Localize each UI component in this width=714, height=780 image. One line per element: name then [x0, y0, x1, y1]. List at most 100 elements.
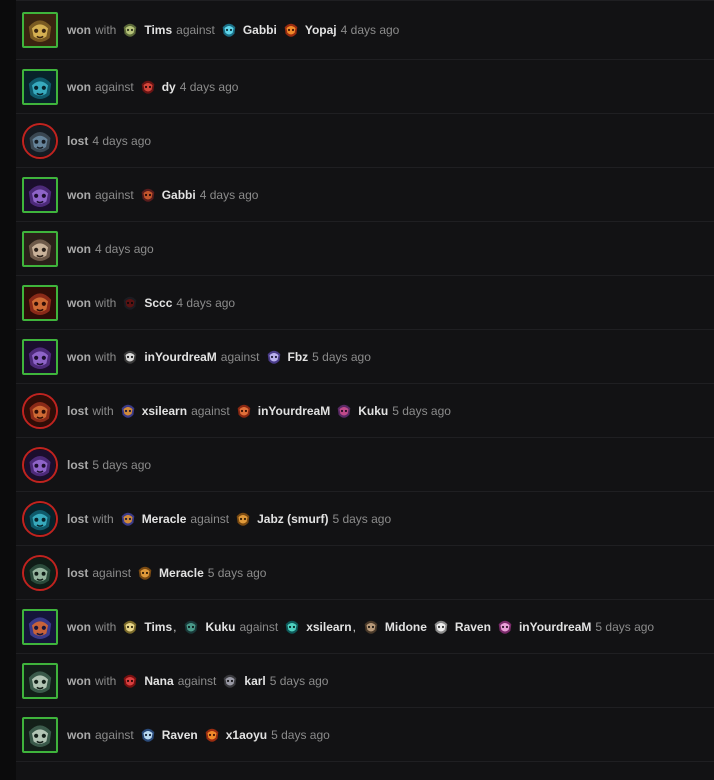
match-summary: lost 4 days ago	[67, 134, 151, 148]
spider-hero-icon[interactable]	[22, 12, 58, 48]
match-summary: won against Raven x1aoyu 5 days ago	[67, 725, 330, 745]
player-link[interactable]: Midone	[385, 620, 427, 634]
flame-hero-icon	[202, 725, 222, 745]
purple-faceless-hero-icon[interactable]	[22, 176, 58, 213]
match-result: won	[67, 673, 91, 688]
match-row[interactable]: lost with Meracle against Jabz (smurf) 5 days…	[16, 492, 714, 546]
player-link[interactable]: Raven	[455, 620, 491, 634]
player-link[interactable]: Jabz (smurf)	[257, 512, 328, 526]
relation-word: with	[95, 673, 117, 688]
match-time: 5 days ago	[269, 673, 329, 688]
relation-word: with	[92, 403, 114, 418]
match-row[interactable]: lost with xsilearn against inYourdreaM Kuku 5 …	[16, 384, 714, 438]
player-link[interactable]: Tims	[144, 23, 172, 37]
flame-hero-icon	[281, 20, 301, 40]
match-summary: won with Tims, Kuku against xsilearn, Midone Ra…	[67, 617, 654, 637]
match-time: 5 days ago	[271, 727, 330, 742]
winged-mage-hero-icon	[118, 509, 138, 529]
relation-word: against	[95, 79, 134, 94]
teal-creature-hero-icon[interactable]	[22, 500, 58, 537]
player-link[interactable]: Fbz	[288, 350, 309, 364]
match-time: 4 days ago	[179, 79, 239, 94]
match-row[interactable]: won with Tims, Kuku against xsilearn, Midone Ra…	[16, 600, 714, 654]
match-time: 5 days ago	[92, 457, 152, 472]
match-row[interactable]: lost 5 days ago	[16, 438, 714, 492]
match-row[interactable]: won against Gabbi 4 days ago	[16, 168, 714, 222]
match-row[interactable]: won with Sccc 4 days ago	[16, 276, 714, 330]
player-link[interactable]: xsilearn	[306, 620, 351, 634]
relation-word: with	[95, 619, 117, 634]
name-separator: ,	[352, 619, 356, 634]
player-link[interactable]: Gabbi	[243, 23, 277, 37]
purple-faceless-hero-icon[interactable]	[22, 338, 58, 375]
player-link[interactable]: inYourdreaM	[258, 404, 330, 418]
match-summary: lost against Meracle 5 days ago	[67, 563, 266, 583]
match-time: 5 days ago	[332, 511, 392, 526]
match-time: 4 days ago	[176, 295, 236, 310]
relation-word: against	[239, 619, 279, 634]
relation-word: against	[95, 727, 134, 742]
match-row[interactable]: lost against Meracle 5 days ago	[16, 546, 714, 600]
goblin-hero-icon	[120, 20, 140, 40]
match-row[interactable]: won against dy 4 days ago	[16, 60, 714, 114]
match-row[interactable]: won with inYourdreaM against Fbz 5 days ago	[16, 330, 714, 384]
relation-word: against	[177, 673, 217, 688]
white-beast-hero-icon	[431, 617, 451, 637]
player-link[interactable]: x1aoyu	[226, 728, 267, 742]
player-link[interactable]: Tims	[144, 620, 172, 634]
monkey-hero-icon[interactable]	[22, 284, 58, 321]
green-hood-hero-icon[interactable]	[22, 554, 58, 591]
player-link[interactable]: Nana	[144, 674, 173, 688]
match-time: 4 days ago	[95, 241, 154, 256]
match-result: won	[67, 727, 91, 742]
match-result: won	[67, 79, 91, 94]
player-link[interactable]: Raven	[162, 728, 198, 742]
match-row[interactable]: won against Raven x1aoyu 5 days ago	[16, 708, 714, 762]
wisp-hero-icon	[264, 347, 284, 367]
crowned-bird-hero-icon[interactable]	[22, 608, 58, 645]
purple-faceless-hero-icon[interactable]	[22, 446, 58, 483]
match-result: lost	[67, 403, 89, 418]
monkey-hero-icon[interactable]	[22, 392, 58, 429]
relation-word: with	[95, 349, 117, 364]
red-bat-hero-icon	[120, 671, 140, 691]
player-link[interactable]: Gabbi	[162, 188, 196, 202]
skull-hero-icon[interactable]	[22, 230, 58, 267]
player-link[interactable]: Kuku	[358, 404, 388, 418]
gold-beast-hero-icon	[120, 617, 140, 637]
player-link[interactable]: dy	[162, 80, 176, 94]
match-summary: won against dy 4 days ago	[67, 77, 238, 97]
horned-ogre-hero-icon[interactable]	[22, 716, 58, 753]
horned-ogre-hero-icon[interactable]	[22, 662, 58, 699]
player-link[interactable]: inYourdreaM	[144, 350, 216, 364]
match-result: lost	[67, 457, 89, 472]
relation-word: with	[95, 23, 117, 37]
armored-hero-icon	[220, 671, 240, 691]
ice-hero-icon	[138, 725, 158, 745]
relation-word: with	[95, 295, 117, 310]
player-link[interactable]: karl	[244, 674, 265, 688]
match-summary: lost with xsilearn against inYourdreaM Kuku 5 …	[67, 401, 451, 421]
relation-word: against	[176, 23, 215, 37]
player-link[interactable]: Meracle	[142, 512, 187, 526]
pink-hair-hero-icon	[495, 617, 515, 637]
match-row[interactable]: won with Tims against Gabbi Yopaj 4 days ago	[16, 0, 714, 60]
match-result: won	[67, 619, 91, 634]
match-result: won	[67, 295, 91, 310]
match-time: 5 days ago	[595, 619, 655, 634]
match-row[interactable]: won with Nana against karl 5 days ago	[16, 654, 714, 708]
player-link[interactable]: Sccc	[144, 296, 172, 310]
player-link[interactable]: Kuku	[205, 620, 235, 634]
player-link[interactable]: inYourdreaM	[519, 620, 591, 634]
player-link[interactable]: Yopaj	[305, 23, 337, 37]
relation-word: with	[92, 511, 114, 526]
red-hair-hero-icon	[234, 401, 254, 421]
blue-helm-hero-icon[interactable]	[22, 122, 58, 159]
teal-creature-hero-icon[interactable]	[22, 68, 58, 105]
relation-word: against	[190, 511, 230, 526]
player-link[interactable]: xsilearn	[142, 404, 187, 418]
match-row[interactable]: won 4 days ago	[16, 222, 714, 276]
match-row[interactable]: lost 4 days ago	[16, 114, 714, 168]
match-time: 4 days ago	[92, 133, 152, 148]
player-link[interactable]: Meracle	[159, 566, 204, 580]
